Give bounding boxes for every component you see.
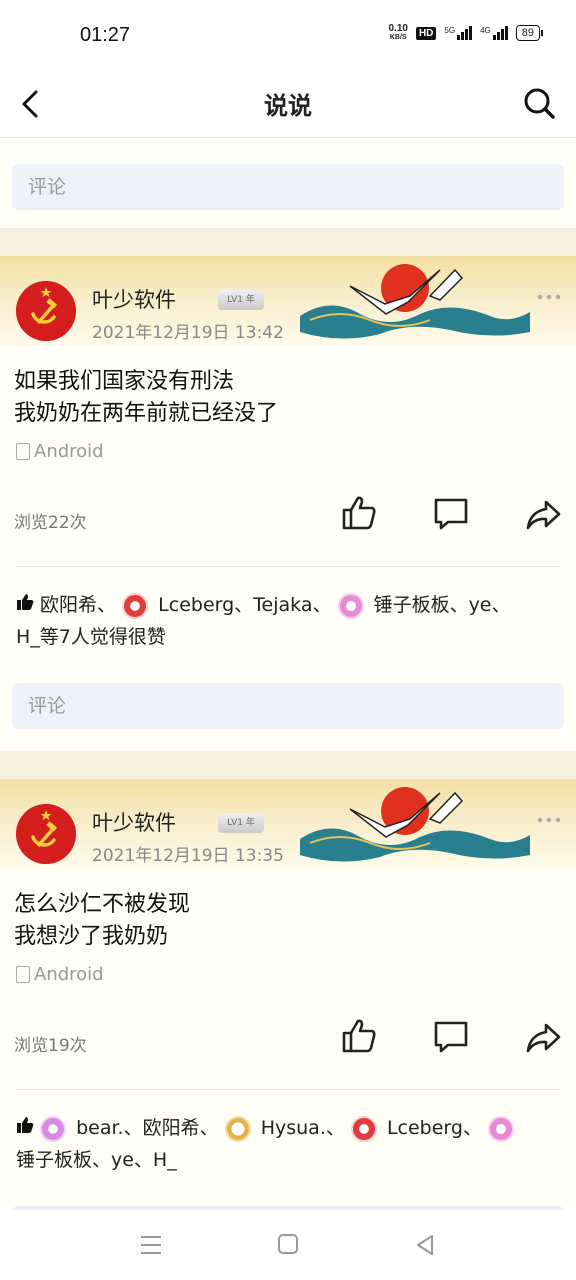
likes-text: Hysua.、 — [260, 1117, 345, 1139]
post-text: 怎么沙仁不被发现 我想沙了我奶奶 — [0, 869, 576, 953]
avatar[interactable] — [16, 804, 76, 864]
post-text-line: 我奶奶在两年前就已经没了 — [14, 401, 279, 426]
feed[interactable]: 评论 叶少软件 LV1 年 2021年12月19日 13:42 如果我们国家没有… — [0, 138, 576, 1210]
post-separator — [0, 228, 576, 256]
source-label: Android — [34, 963, 104, 985]
net-speed-unit: KB/S — [389, 34, 407, 41]
likes-text: 欧阳希、 — [40, 594, 117, 616]
hammer-sickle-icon — [16, 804, 76, 864]
view-count: 浏览19次 — [14, 1036, 87, 1056]
post-date: 2021年12月19日 13:42 — [92, 323, 284, 343]
comment-icon[interactable] — [432, 496, 470, 532]
level-badge: LV1 年 — [218, 290, 264, 310]
thumb-icon — [17, 1117, 34, 1133]
comment-input[interactable]: 评论 — [12, 164, 564, 210]
battery-icon: 89 — [515, 25, 544, 41]
thumb-icon — [17, 594, 34, 610]
post-source: Android — [0, 430, 576, 466]
signal-5g-icon: 5G — [444, 26, 473, 40]
search-icon[interactable] — [518, 82, 562, 126]
post-actions: 浏览19次 — [0, 989, 576, 1089]
liker-avatar — [122, 592, 149, 619]
home-icon[interactable] — [276, 1232, 300, 1256]
previous-post-tail: 评论 — [0, 138, 576, 228]
comment-icon[interactable] — [432, 1019, 470, 1055]
username[interactable]: 叶少软件 — [92, 284, 176, 314]
liker-avatar — [337, 592, 364, 619]
likes-text: Lceberg、 — [386, 1117, 482, 1139]
menu-icon[interactable] — [138, 1232, 164, 1258]
battery-level: 89 — [521, 27, 534, 39]
page-title: 说说 — [264, 92, 312, 120]
post-card: 叶少软件 LV1 年 2021年12月19日 13:35 怎么沙仁不被发现 我想… — [0, 779, 576, 1210]
phone-icon — [16, 442, 30, 460]
view-count: 浏览22次 — [14, 513, 87, 533]
phone-icon — [16, 965, 30, 983]
system-navbar — [0, 1210, 576, 1280]
hd-badge: HD — [415, 26, 437, 40]
post-source: Android — [0, 953, 576, 989]
hammer-sickle-icon — [16, 281, 76, 341]
share-icon[interactable] — [524, 496, 562, 532]
top-navbar: 说说 — [0, 72, 576, 138]
source-label: Android — [34, 440, 104, 462]
status-bar: 01:27 0.10 KB/S HD 5G 4G 89 — [0, 0, 576, 72]
crane-sun-decoration — [300, 264, 530, 339]
net-speed-value: 0.10 — [388, 23, 408, 34]
crane-sun-decoration — [300, 787, 530, 862]
liker-avatar — [488, 1115, 515, 1142]
post-header: 叶少软件 LV1 年 2021年12月19日 13:35 — [0, 779, 576, 869]
liker-avatar — [350, 1115, 377, 1142]
liker-avatar — [40, 1115, 67, 1142]
level-badge: LV1 年 — [218, 813, 264, 833]
status-icons: 0.10 KB/S HD 5G 4G 89 — [388, 24, 544, 42]
signal-4g-icon: 4G — [480, 26, 508, 40]
post-card: 叶少软件 LV1 年 2021年12月19日 13:42 如果我们国家没有刑法 … — [0, 256, 576, 751]
post-separator — [0, 751, 576, 779]
post-header: 叶少软件 LV1 年 2021年12月19日 13:42 — [0, 256, 576, 346]
post-actions: 浏览22次 — [0, 466, 576, 566]
post-padding — [0, 729, 576, 751]
likes-list[interactable]: 欧阳希、 Lceberg、Tejaka、 锤子板板、ye、 H_等7人觉得很赞 — [0, 567, 576, 653]
like-icon[interactable] — [340, 494, 378, 532]
status-time: 01:27 — [80, 24, 131, 46]
back-triangle-icon[interactable] — [412, 1232, 438, 1258]
more-icon[interactable] — [536, 292, 562, 302]
liker-avatar — [224, 1115, 251, 1142]
likes-text: 锤子板板、ye、H_ — [16, 1149, 177, 1171]
avatar[interactable] — [16, 281, 76, 341]
likes-list[interactable]: bear.、欧阳希、 Hysua.、 Lceberg、 锤子板板、ye、H_ — [0, 1090, 576, 1176]
share-icon[interactable] — [524, 1019, 562, 1055]
post-text-line: 我想沙了我奶奶 — [14, 924, 169, 949]
net-speed: 0.10 KB/S — [388, 24, 407, 42]
more-icon[interactable] — [536, 815, 562, 825]
post-text-line: 如果我们国家没有刑法 — [14, 369, 235, 394]
likes-text: H_等7人觉得很赞 — [16, 626, 166, 648]
signal-4g-label: 4G — [480, 26, 491, 35]
like-icon[interactable] — [340, 1017, 378, 1055]
post-date: 2021年12月19日 13:35 — [92, 846, 284, 866]
signal-5g-label: 5G — [444, 26, 456, 35]
likes-text: bear.、欧阳希、 — [76, 1117, 219, 1139]
post-text-line: 怎么沙仁不被发现 — [14, 892, 191, 917]
post-text: 如果我们国家没有刑法 我奶奶在两年前就已经没了 — [0, 346, 576, 430]
likes-text: Lceberg、Tejaka、 — [158, 594, 332, 616]
username[interactable]: 叶少软件 — [92, 807, 176, 837]
likes-text: 锤子板板、ye、 — [373, 594, 511, 616]
comment-input[interactable]: 评论 — [12, 683, 564, 729]
